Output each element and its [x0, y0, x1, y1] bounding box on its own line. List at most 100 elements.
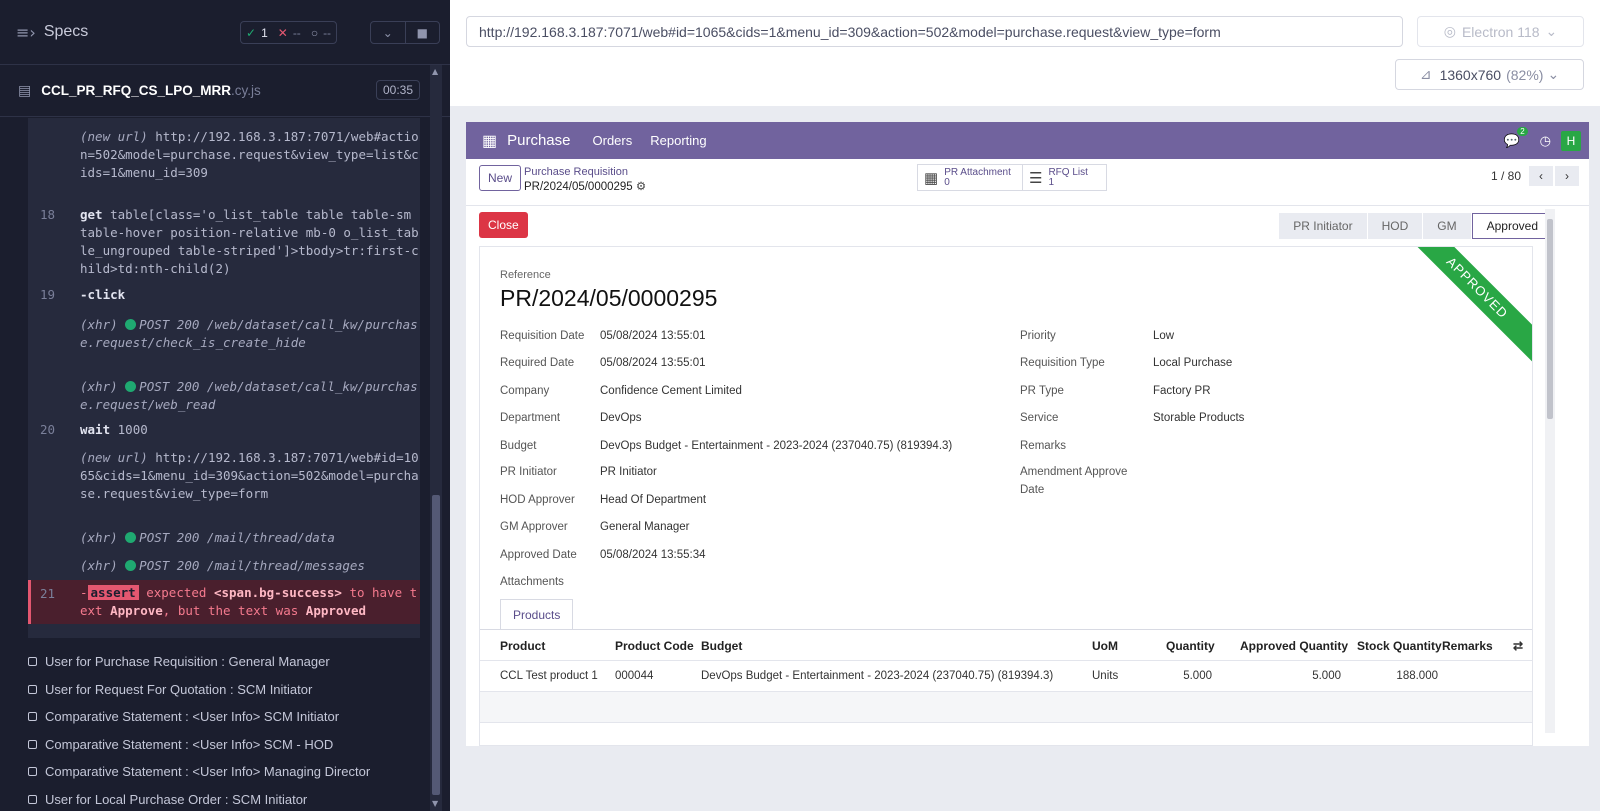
- browser-name: Electron 118: [1461, 23, 1540, 40]
- scroll-up-icon[interactable]: ▲: [432, 67, 438, 76]
- product-code-cell[interactable]: 000044: [615, 670, 653, 682]
- smart-button-label: RFQ List: [1048, 166, 1088, 178]
- test-item[interactable]: Comparative Statement : <User Info> SCM …: [28, 703, 370, 731]
- xhr-method: POST 200: [139, 530, 200, 545]
- approved-ribbon: APPROVED: [1400, 247, 1532, 365]
- command-log-row[interactable]: 20 wait 1000: [28, 421, 420, 441]
- test-item[interactable]: User for Purchase Requisition : General …: [28, 648, 370, 676]
- close-button[interactable]: Close: [479, 212, 528, 238]
- quantity-cell[interactable]: 5.000: [1150, 670, 1212, 682]
- test-item[interactable]: Comparative Statement : <User Info> Mana…: [28, 758, 370, 786]
- requisition-date-value: 05/08/2024 13:55:01: [600, 330, 706, 342]
- column-header[interactable]: Quantity: [1166, 639, 1215, 653]
- gm-approver-value: General Manager: [600, 521, 690, 533]
- stage-approved[interactable]: Approved: [1471, 213, 1553, 239]
- rfq-list-button[interactable]: ☰ RFQ List 1: [1022, 164, 1107, 191]
- command-log-row[interactable]: (xhr) POST 200 /mail/thread/data: [28, 529, 420, 549]
- stage-hod[interactable]: HOD: [1367, 213, 1424, 239]
- test-item[interactable]: User for Local Purchase Order : SCM Init…: [28, 786, 370, 811]
- command-type: (xhr): [80, 379, 118, 394]
- new-button[interactable]: New: [479, 165, 522, 191]
- stock-quantity-cell[interactable]: 188.000: [1360, 670, 1438, 682]
- specs-title[interactable]: Specs: [44, 23, 88, 41]
- scroll-down-icon[interactable]: ▼: [432, 799, 438, 808]
- command-log-row[interactable]: (xhr) POST 200 /web/dataset/call_kw/purc…: [28, 378, 420, 418]
- field-label: PR Initiator: [500, 466, 557, 478]
- command-log-row[interactable]: (new url) http://192.168.3.187:7071/web#…: [28, 128, 420, 200]
- assert-badge: assert: [87, 585, 139, 600]
- command-log-row[interactable]: (new url) http://192.168.3.187:7071/web#…: [28, 449, 420, 521]
- app-grid-icon[interactable]: ▦: [482, 131, 497, 151]
- spec-file-name[interactable]: CCL_PR_RFQ_CS_LPO_MRR: [41, 83, 231, 98]
- clock-icon[interactable]: ◷: [1540, 133, 1551, 149]
- nav-orders[interactable]: Orders: [593, 133, 633, 148]
- browser-selector[interactable]: ◎ Electron 118 ⌄: [1417, 16, 1584, 47]
- uom-cell[interactable]: Units: [1092, 670, 1118, 682]
- form-scrollbar[interactable]: [1545, 209, 1555, 733]
- command-name: -click: [80, 287, 126, 302]
- hod-approver-value: Head Of Department: [600, 494, 707, 506]
- smart-button-count: 0: [944, 176, 950, 188]
- chat-icon[interactable]: 💬 2: [1503, 126, 1528, 149]
- chevron-down-icon[interactable]: ⌄: [371, 22, 405, 43]
- stage-pr-initiator[interactable]: PR Initiator: [1279, 213, 1368, 239]
- cypress-runner-panel: ≡› Specs ✓ 1 ✕ -- ○ -- ⌄ ■ ▤ CCL_PR_RFQ_CS_…: [0, 0, 450, 811]
- breadcrumb-parent[interactable]: Purchase Requisition: [524, 166, 628, 178]
- url-bar[interactable]: http://192.168.3.187:7071/web#id=1065&ci…: [466, 16, 1403, 47]
- passed-icon: ✓: [246, 25, 257, 40]
- specs-menu-icon[interactable]: ≡›: [16, 23, 36, 42]
- scrollbar-thumb[interactable]: [432, 495, 440, 795]
- pager-value[interactable]: 1 / 80: [1491, 169, 1521, 183]
- error-text: expected: [146, 585, 207, 600]
- nav-reporting[interactable]: Reporting: [650, 133, 706, 148]
- command-log-row[interactable]: 18 get table[class='o_list_table table t…: [28, 206, 420, 278]
- command-type: (xhr): [80, 558, 118, 573]
- column-header[interactable]: Budget: [701, 639, 742, 653]
- column-header[interactable]: UoM: [1092, 639, 1118, 653]
- requisition-type-value: Local Purchase: [1153, 357, 1233, 369]
- command-arg: 1000: [117, 422, 148, 437]
- scrollbar-thumb[interactable]: [1547, 219, 1553, 419]
- runner-scrollbar[interactable]: ▲ ▼: [430, 65, 442, 811]
- approved-quantity-cell[interactable]: 5.000: [1260, 670, 1341, 682]
- field-label: Date: [1020, 484, 1045, 496]
- column-header[interactable]: Remarks: [1442, 639, 1493, 653]
- tab-products[interactable]: Products: [500, 599, 574, 630]
- nav-app-name[interactable]: Purchase: [507, 132, 570, 149]
- test-item[interactable]: User for Request For Quotation : SCM Ini…: [28, 676, 370, 704]
- command-log-row[interactable]: (xhr) POST 200 /web/dataset/call_kw/purc…: [28, 316, 420, 356]
- assert-error-row[interactable]: 21 - assert expected <span.bg-success> to…: [28, 580, 420, 624]
- ruler-icon: ⊿: [1419, 66, 1432, 82]
- column-header[interactable]: Product: [500, 639, 545, 653]
- field-label: Approved Date: [500, 549, 577, 561]
- error-expected: Approve: [110, 603, 163, 618]
- field-label: Priority: [1020, 330, 1056, 342]
- column-header[interactable]: Stock Quantity: [1357, 639, 1442, 653]
- column-header[interactable]: Product Code: [615, 639, 694, 653]
- budget-value: DevOps Budget - Entertainment - 2023-202…: [600, 440, 953, 452]
- status-dot-icon: [125, 560, 137, 571]
- product-cell[interactable]: CCL Test product 1: [500, 670, 598, 682]
- user-avatar[interactable]: H: [1561, 130, 1581, 151]
- command-type: (xhr): [80, 530, 118, 545]
- pr-attachment-button[interactable]: ▦ PR Attachment 0: [917, 164, 1023, 191]
- pager-previous-icon[interactable]: ‹: [1529, 166, 1553, 186]
- viewport-selector[interactable]: ⊿ 1360x760 (82%) ⌄: [1395, 59, 1584, 90]
- stop-icon[interactable]: ■: [404, 22, 440, 43]
- empty-row: [480, 692, 1532, 722]
- chevron-down-icon: ⌄: [1547, 66, 1560, 82]
- app-preview: http://192.168.3.187:7071/web#id=1065&ci…: [450, 0, 1600, 811]
- column-settings-icon[interactable]: ⇄: [1513, 639, 1523, 653]
- control-panel: New Purchase Requisition PR/2024/05/0000…: [466, 159, 1589, 206]
- column-header[interactable]: Approved Quantity: [1240, 639, 1348, 653]
- command-type: (new url): [80, 450, 148, 465]
- stage-gm[interactable]: GM: [1423, 213, 1472, 239]
- command-log-row[interactable]: 19 -click: [28, 286, 420, 306]
- test-item[interactable]: Comparative Statement : <User Info> SCM …: [28, 731, 370, 759]
- budget-cell[interactable]: DevOps Budget - Entertainment - 2023-202…: [701, 670, 1053, 682]
- field-label: Company: [500, 385, 550, 397]
- status-dot-icon: [125, 381, 137, 392]
- gear-icon[interactable]: ⚙: [636, 181, 646, 193]
- pager-next-icon[interactable]: ›: [1555, 166, 1579, 186]
- command-log-row[interactable]: (xhr) POST 200 /mail/thread/messages: [28, 557, 420, 577]
